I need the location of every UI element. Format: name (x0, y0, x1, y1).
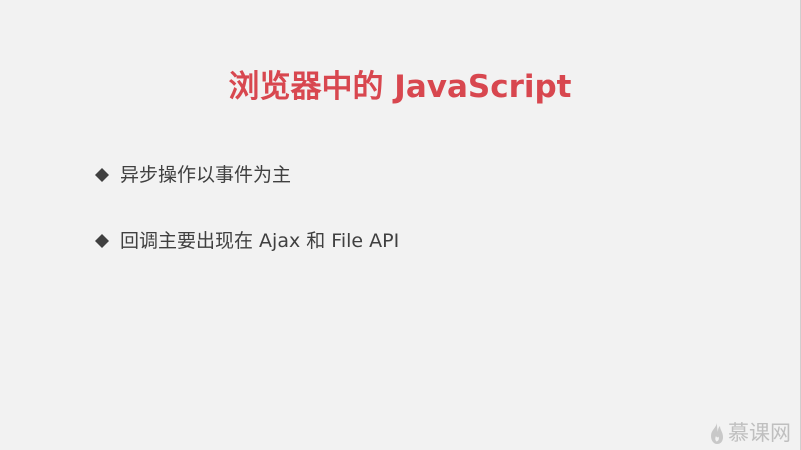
bullet-text: 回调主要出现在 Ajax 和 File API (120, 230, 400, 252)
slide-title: 浏览器中的 JavaScript (228, 68, 572, 105)
bullet-list: 异步操作以事件为主 回调主要出现在 Ajax 和 File API (95, 160, 399, 292)
diamond-bullet-icon (95, 168, 109, 182)
watermark-logo: 慕课网 (708, 420, 791, 446)
bullet-text: 异步操作以事件为主 (120, 164, 292, 186)
bullet-item-async-events: 异步操作以事件为主 (95, 160, 399, 190)
diamond-bullet-icon (95, 234, 109, 248)
slide-canvas: 浏览器中的 JavaScript 异步操作以事件为主 回调主要出现在 Ajax … (0, 0, 801, 450)
flame-logo-icon (711, 422, 723, 444)
bullet-item-callbacks: 回调主要出现在 Ajax 和 File API (95, 226, 399, 256)
watermark-text: 慕课网 (728, 421, 791, 445)
